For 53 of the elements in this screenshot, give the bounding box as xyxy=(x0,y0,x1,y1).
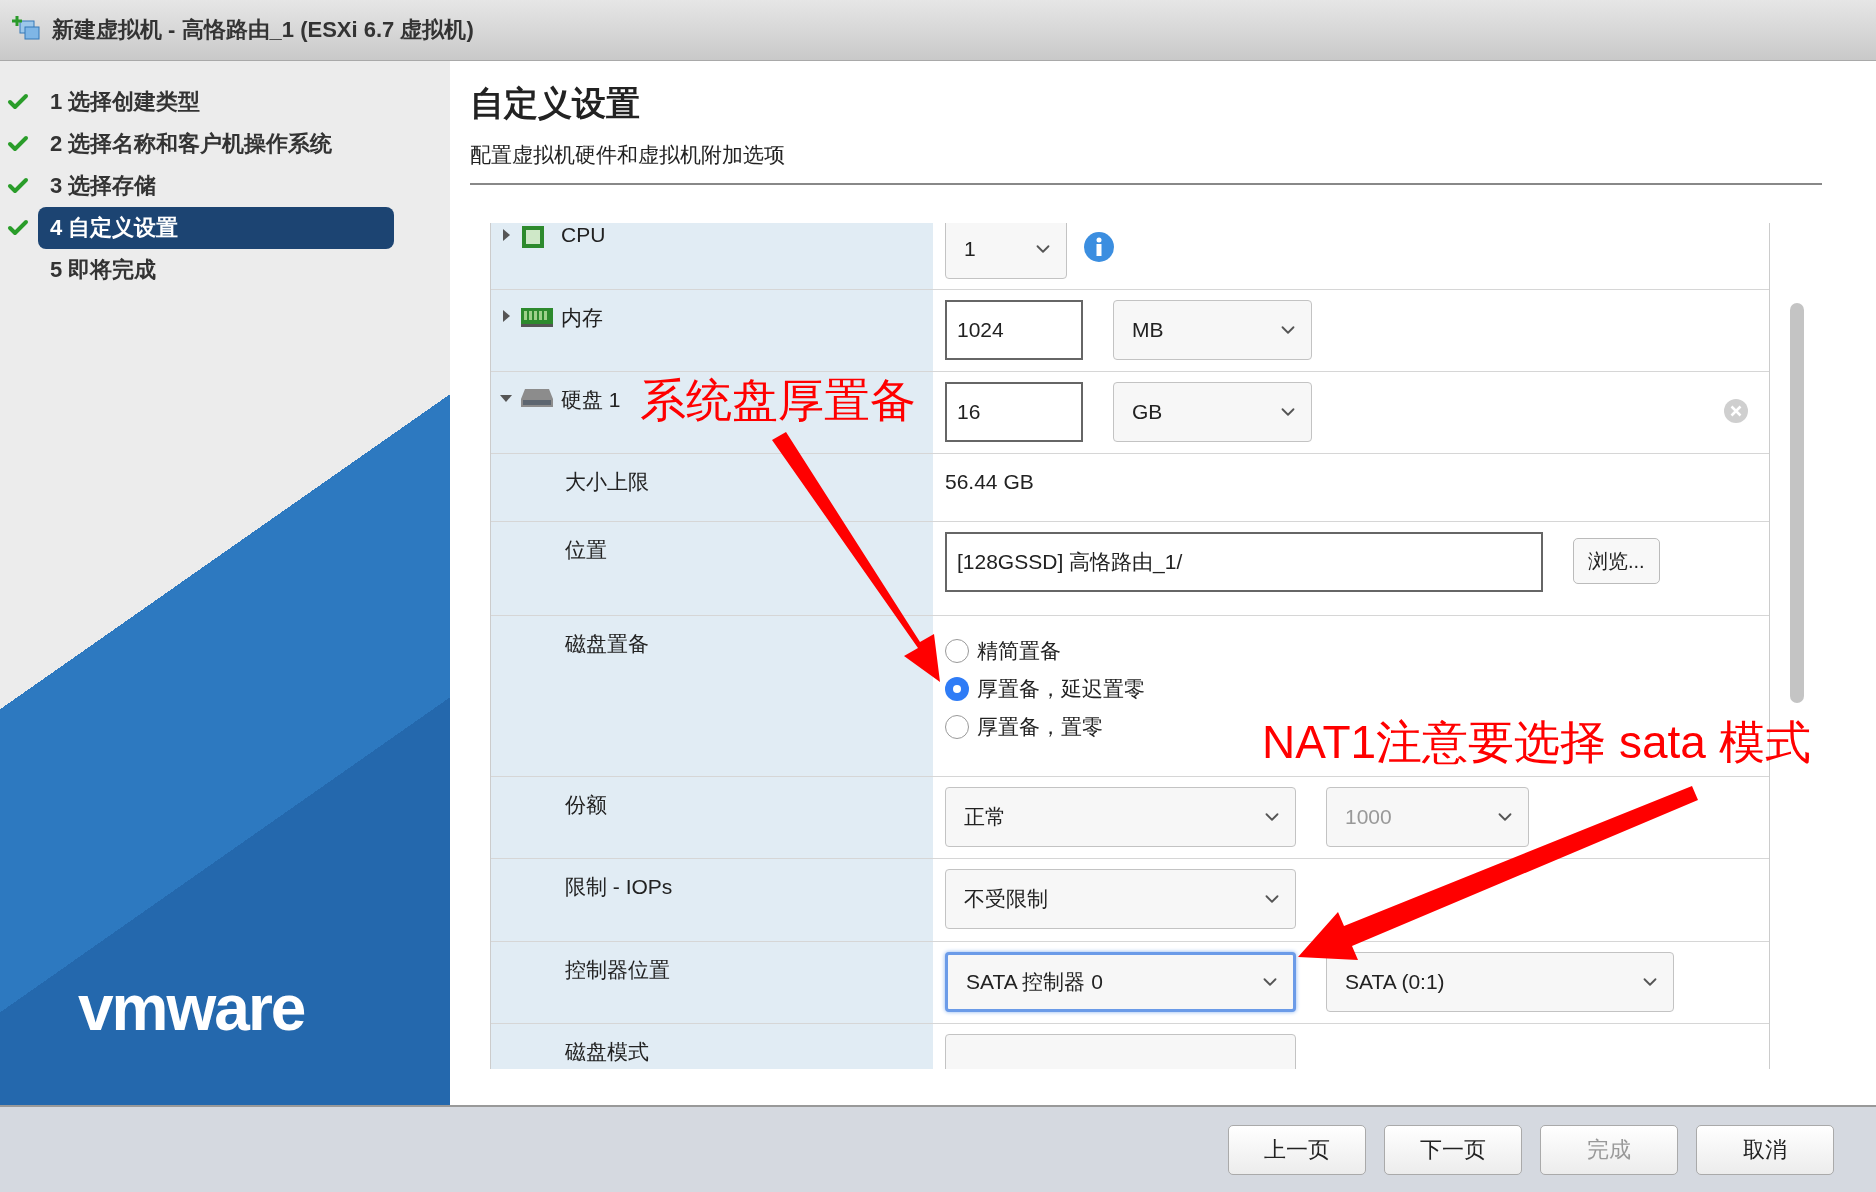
annotation-text: NAT1注意要选择 sata 模式 xyxy=(1262,715,1811,770)
input-field[interactable]: 1024 xyxy=(945,300,1083,360)
caret-right-icon[interactable] xyxy=(500,229,512,241)
row-label: 控制器位置 xyxy=(565,957,670,983)
footer-button[interactable]: 下一页 xyxy=(1384,1124,1522,1175)
value-text: 56.44 GB xyxy=(945,469,1034,494)
input-field[interactable]: 16 xyxy=(945,382,1083,442)
step-item[interactable]: 1 选择创建类型 xyxy=(38,81,394,123)
row-label: 磁盘置备 xyxy=(565,631,649,657)
radio-button[interactable] xyxy=(945,715,969,739)
dropdown[interactable]: 不受限制 xyxy=(945,869,1296,929)
row-label: 大小上限 xyxy=(565,469,649,495)
row-label: 硬盘 1 xyxy=(561,387,621,413)
step-item[interactable]: 4 自定义设置 xyxy=(38,207,394,249)
row-label: 磁盘模式 xyxy=(565,1039,649,1065)
radio-option[interactable]: 厚置备，延迟置零 xyxy=(945,672,1145,706)
step-item[interactable]: 5 即将完成 xyxy=(38,249,394,291)
dropdown[interactable]: SATA (0:1) xyxy=(1326,952,1674,1012)
radio-button[interactable] xyxy=(945,677,969,701)
info-icon xyxy=(1083,231,1115,263)
memory-icon xyxy=(521,306,553,328)
dropdown[interactable]: GB xyxy=(1113,382,1312,442)
logo: vmware xyxy=(78,971,306,1045)
row-label: CPU xyxy=(561,223,606,247)
caret-right-icon[interactable] xyxy=(500,310,512,322)
annotation-text: 系统盘厚置备 xyxy=(640,373,916,428)
page-heading: 自定义设置 xyxy=(470,83,641,124)
radio-option[interactable]: 厚置备，置零 xyxy=(945,710,1145,744)
input-field[interactable]: [128GSSD] 高恪路由_1/ xyxy=(945,532,1543,592)
dropdown[interactable]: 1 xyxy=(945,223,1067,279)
dropdown[interactable]: MB xyxy=(1113,300,1312,360)
dropdown[interactable]: SATA 控制器 0 xyxy=(945,952,1296,1012)
scrollbar[interactable] xyxy=(1790,303,1804,703)
page-subtitle: 配置虚拟机硬件和虚拟机附加选项 xyxy=(470,141,1822,185)
step-item[interactable]: 2 选择名称和客户机操作系统 xyxy=(38,123,394,165)
dropdown[interactable]: 正常 xyxy=(945,787,1296,847)
row-label: 内存 xyxy=(561,305,603,331)
browse-button[interactable]: 浏览... xyxy=(1573,538,1660,584)
close-icon[interactable] xyxy=(1723,398,1749,424)
radio-button[interactable] xyxy=(945,639,969,663)
footer-button[interactable]: 上一页 xyxy=(1228,1124,1366,1175)
window-title: 新建虚拟机 - 高恪路由_1 (ESXi 6.7 虚拟机) xyxy=(52,16,474,44)
radio-label: 厚置备，置零 xyxy=(977,714,1103,740)
radio-label: 厚置备，延迟置零 xyxy=(977,676,1145,702)
radio-label: 精简置备 xyxy=(977,638,1061,664)
footer-button[interactable]: 取消 xyxy=(1696,1124,1834,1175)
caret-down-icon[interactable] xyxy=(500,392,512,404)
step-item[interactable]: 3 选择存储 xyxy=(38,165,394,207)
row-label: 份额 xyxy=(565,792,607,818)
radio-option[interactable]: 精简置备 xyxy=(945,634,1145,668)
chip-icon xyxy=(521,225,545,249)
row-label: 限制 - IOPs xyxy=(565,874,673,900)
row-label: 位置 xyxy=(565,537,607,563)
